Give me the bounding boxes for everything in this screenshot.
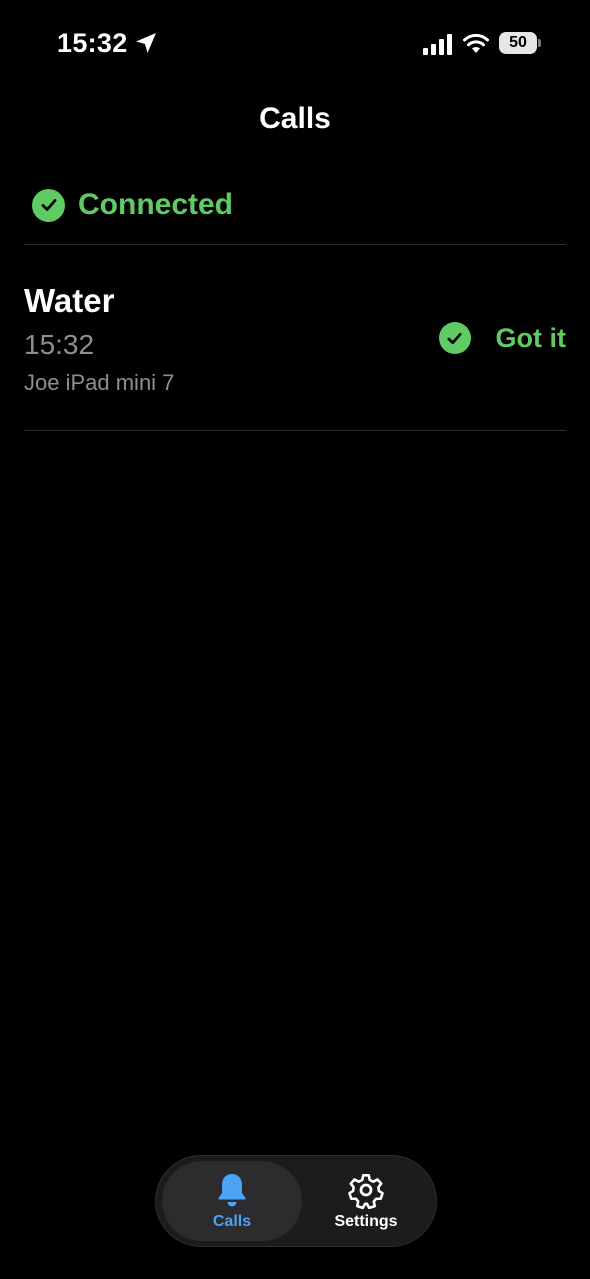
call-row[interactable]: Water 15:32 Joe iPad mini 7 Got it bbox=[24, 246, 566, 431]
connection-status: Connected bbox=[32, 188, 233, 222]
tab-settings-label: Settings bbox=[334, 1213, 398, 1230]
call-time: 15:32 bbox=[24, 329, 95, 360]
page-title: Calls bbox=[259, 102, 331, 135]
tab-bar: Calls Settings bbox=[155, 1155, 437, 1247]
status-time: 15:32 bbox=[57, 28, 128, 58]
screen: 15:32 50 Calls Connected Water 15:32 Joe… bbox=[0, 0, 590, 1279]
location-arrow-icon bbox=[136, 33, 156, 53]
status-bar: 15:32 50 bbox=[0, 0, 590, 90]
tab-calls-label: Calls bbox=[212, 1213, 252, 1230]
bell-icon bbox=[218, 1174, 246, 1207]
wifi-icon bbox=[463, 33, 489, 53]
got-it-label: Got it bbox=[495, 322, 566, 353]
tab-calls[interactable]: Calls bbox=[162, 1161, 302, 1241]
cellular-signal-icon bbox=[423, 34, 452, 55]
battery-icon: 50 bbox=[499, 32, 537, 54]
battery-level: 50 bbox=[509, 34, 527, 51]
check-circle-icon bbox=[438, 322, 471, 354]
tab-settings[interactable]: Settings bbox=[302, 1161, 430, 1241]
call-device: Joe iPad mini 7 bbox=[24, 370, 175, 395]
gear-icon bbox=[348, 1173, 384, 1209]
divider bbox=[24, 430, 566, 431]
check-circle-icon bbox=[32, 188, 65, 222]
connection-label: Connected bbox=[78, 188, 234, 221]
call-name: Water bbox=[24, 282, 115, 319]
battery-cap bbox=[538, 39, 541, 47]
got-it-button[interactable]: Got it bbox=[438, 322, 566, 354]
divider bbox=[24, 244, 566, 245]
